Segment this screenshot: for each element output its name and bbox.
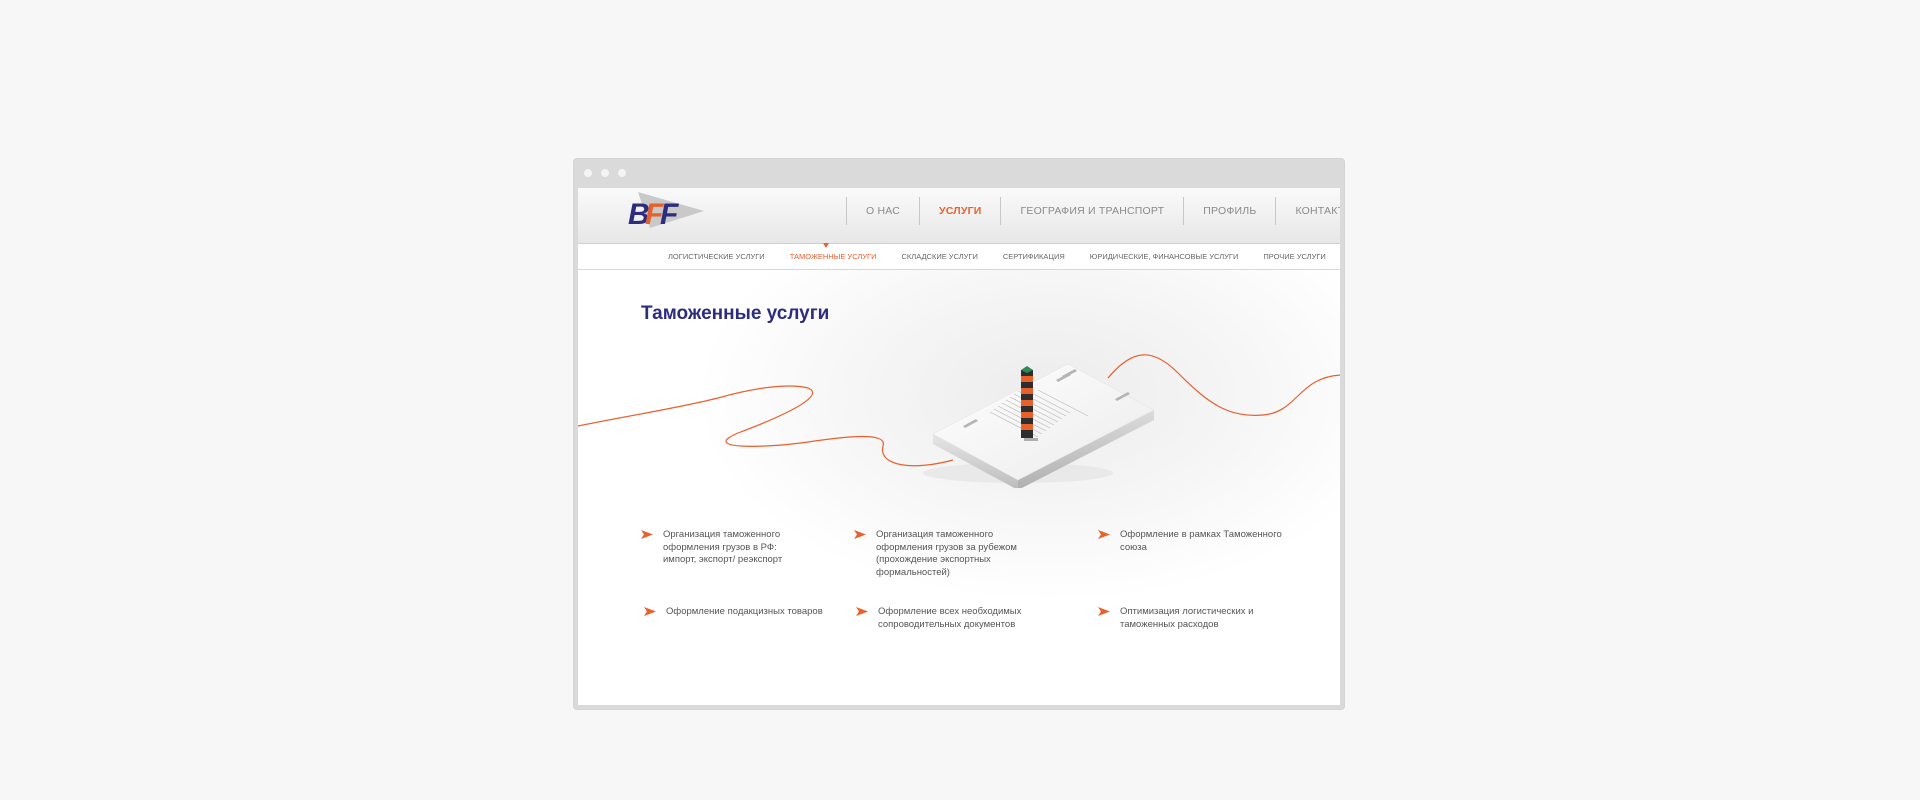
arrow-flag-icon [1098,607,1110,616]
nav-item-geography[interactable]: ГЕОГРАФИЯ И ТРАНСПОРТ [1001,197,1185,225]
nav-item-profile[interactable]: ПРОФИЛЬ [1184,197,1277,225]
service-item-text: Организация таможенного оформления грузо… [876,529,1017,578]
arrow-flag-icon [644,607,656,616]
bff-logo[interactable]: B F F [628,190,706,234]
service-item-text: Оформление в рамках Таможенного союза [1120,529,1282,553]
site-header: B F F О НАС УСЛУГИ ГЕОГРАФИЯ И ТРАНСПОРТ… [578,188,1340,244]
nav-item-about[interactable]: О НАС [847,197,921,225]
service-item: Оформление в рамках Таможенного союза [1098,529,1298,554]
service-item-text: Оформление подакцизных товаров [666,606,823,617]
service-item: Оформление подакцизных товаров [644,606,844,619]
nav-item-contacts[interactable]: КОНТАКТЫ [1276,197,1340,225]
service-item: Оптимизация логистических и таможенных р… [1098,606,1263,631]
window-dot[interactable] [618,169,626,177]
arrow-flag-icon [854,530,866,539]
arrow-flag-icon [641,530,653,539]
service-item: Оформление всех необходимых сопроводител… [856,606,1031,631]
subnav-item-logistics[interactable]: ЛОГИСТИЧЕСКИЕ УСЛУГИ [668,252,765,261]
window-controls [584,169,626,177]
window-dot[interactable] [601,169,609,177]
service-item: Организация таможенного оформления грузо… [854,529,1049,579]
subnav-item-customs[interactable]: ТАМОЖЕННЫЕ УСЛУГИ [790,252,877,261]
service-item: Организация таможенного оформления грузо… [641,529,811,567]
page-viewport: B F F О НАС УСЛУГИ ГЕОГРАФИЯ И ТРАНСПОРТ… [578,188,1340,705]
sub-nav: ЛОГИСТИЧЕСКИЕ УСЛУГИ ТАМОЖЕННЫЕ УСЛУГИ С… [578,244,1340,270]
browser-window: B F F О НАС УСЛУГИ ГЕОГРАФИЯ И ТРАНСПОРТ… [574,159,1344,709]
service-item-text: Организация таможенного оформления грузо… [663,529,783,565]
subnav-item-warehouse[interactable]: СКЛАДСКИЕ УСЛУГИ [902,252,978,261]
svg-text:F: F [660,198,679,231]
arrow-flag-icon [1098,530,1110,539]
main-nav: О НАС УСЛУГИ ГЕОГРАФИЯ И ТРАНСПОРТ ПРОФИ… [846,197,1340,225]
subnav-item-legal-finance[interactable]: ЮРИДИЧЕСКИЕ, ФИНАНСОВЫЕ УСЛУГИ [1090,252,1239,261]
service-item-text: Оптимизация логистических и таможенных р… [1120,606,1254,630]
active-caret-icon [823,243,829,248]
page-title: Таможенные услуги [641,303,830,324]
customs-border-illustration [578,354,1340,488]
subnav-item-certification[interactable]: СЕРТИФИКАЦИЯ [1003,252,1065,261]
service-item-text: Оформление всех необходимых сопроводител… [878,606,1022,630]
nav-item-services[interactable]: УСЛУГИ [920,197,1002,225]
window-dot[interactable] [584,169,592,177]
subnav-item-other[interactable]: ПРОЧИЕ УСЛУГИ [1263,252,1325,261]
arrow-flag-icon [856,607,868,616]
